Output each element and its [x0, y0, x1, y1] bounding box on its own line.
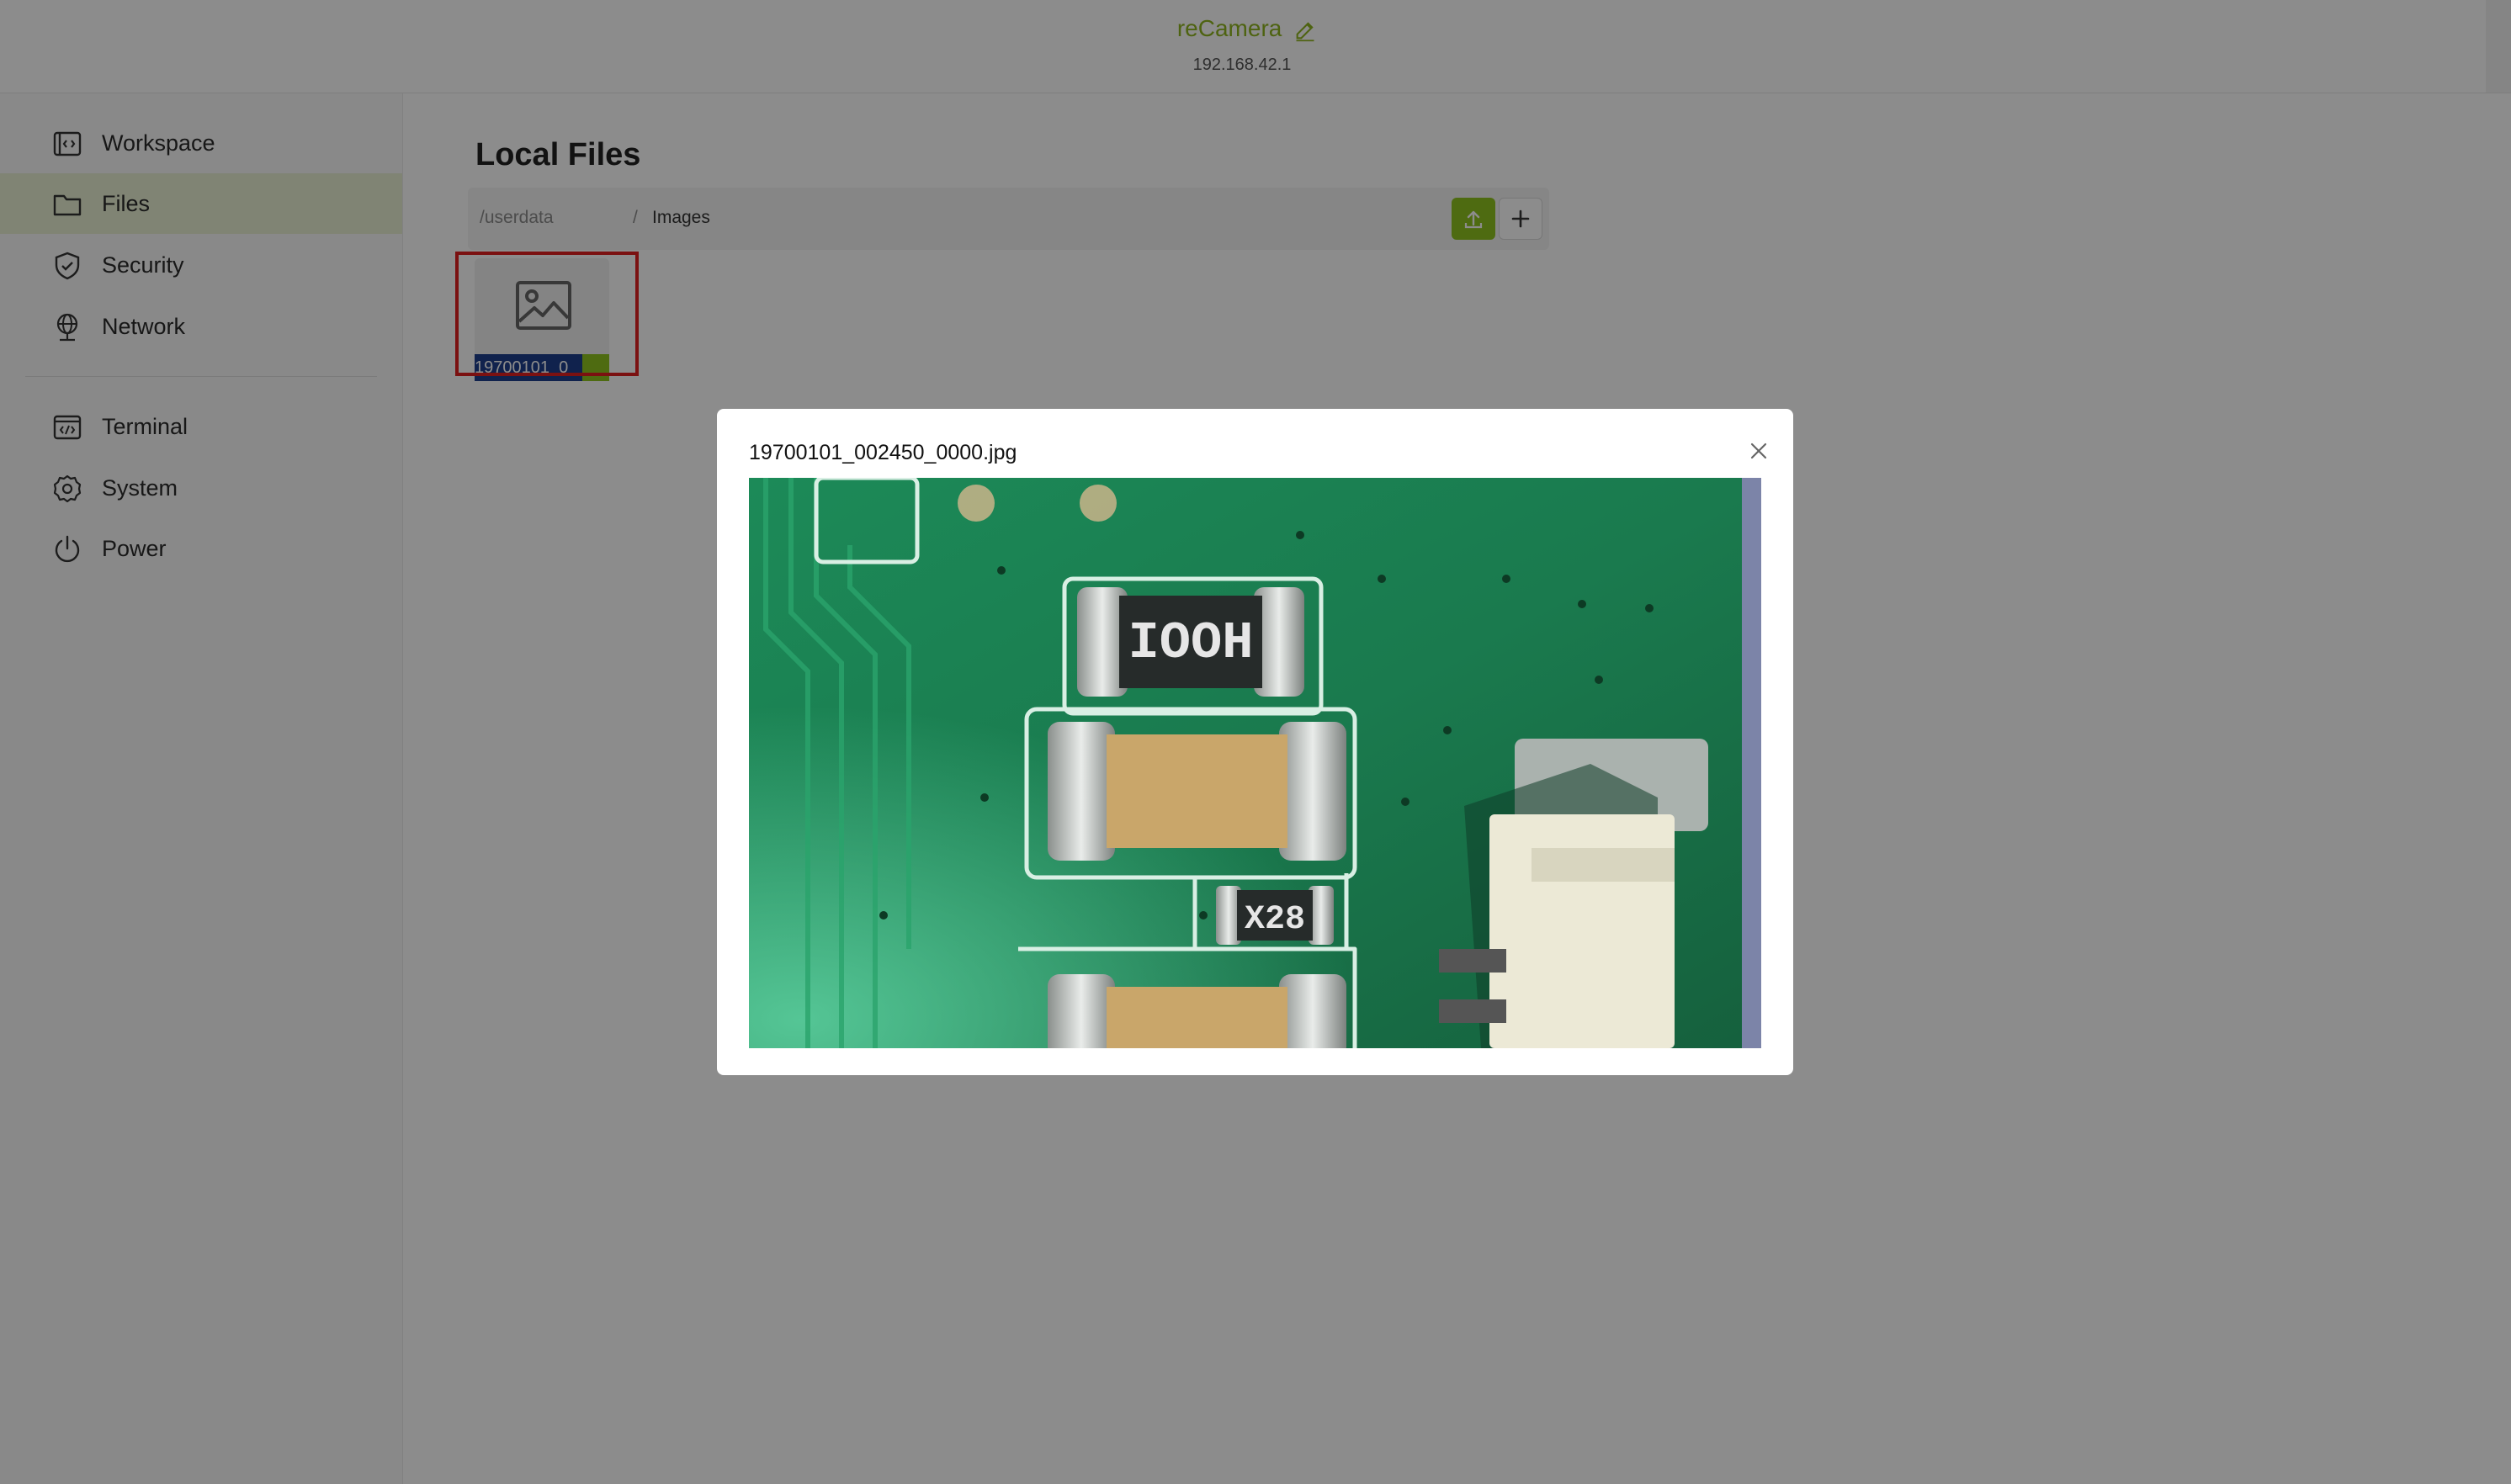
resistor-marking: X28 — [1245, 901, 1305, 939]
image-preview: IOOH X28 — [749, 478, 1761, 1048]
modal-title: 19700101_002450_0000.jpg — [749, 441, 1017, 464]
resistor-marking: IOOH — [1128, 613, 1254, 673]
image-preview-modal: 19700101_002450_0000.jpg IOOH X28 — [717, 409, 1793, 1075]
pcb-photo: IOOH X28 — [749, 478, 1761, 1048]
close-icon[interactable] — [1742, 434, 1776, 468]
